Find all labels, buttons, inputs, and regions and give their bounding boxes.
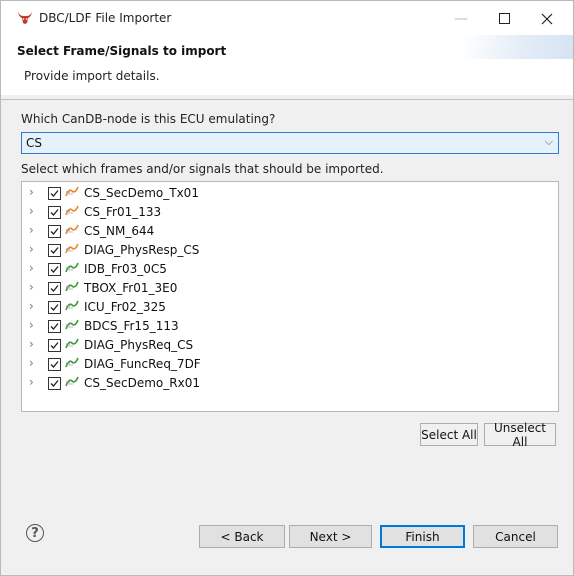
expand-arrow-icon[interactable]: › — [29, 204, 34, 218]
tree-item[interactable]: › ICU_Fr02_325 — [22, 298, 558, 317]
title-bar: DBC/LDF File Importer — — [1, 1, 573, 35]
back-button[interactable]: < Back — [199, 525, 285, 548]
item-checkbox[interactable] — [48, 187, 61, 200]
tree-item-label: CS_NM_644 — [84, 224, 155, 238]
item-checkbox[interactable] — [48, 320, 61, 333]
item-checkbox[interactable] — [48, 358, 61, 371]
tree-item[interactable]: › DIAG_FuncReq_7DF — [22, 355, 558, 374]
item-checkbox[interactable] — [48, 263, 61, 276]
expand-arrow-icon[interactable]: › — [29, 261, 34, 275]
rx-frame-icon — [65, 281, 79, 293]
expand-arrow-icon[interactable]: › — [29, 318, 34, 332]
help-icon[interactable]: ? — [26, 524, 44, 542]
importer-dialog: DBC/LDF File Importer — Select Frame/Sig… — [0, 0, 574, 576]
rx-frame-icon — [65, 262, 79, 274]
node-question-label: Which CanDB-node is this ECU emulating? — [21, 112, 276, 126]
close-button[interactable] — [525, 7, 569, 31]
tx-frame-icon — [65, 224, 79, 236]
tree-item-label: CS_Fr01_133 — [84, 205, 162, 219]
expand-arrow-icon[interactable]: › — [29, 185, 34, 199]
expand-arrow-icon[interactable]: › — [29, 375, 34, 389]
tree-item-label: ICU_Fr02_325 — [84, 300, 166, 314]
candb-node-value: CS — [26, 136, 42, 150]
tree-item[interactable]: › CS_SecDemo_Rx01 — [22, 374, 558, 393]
minimize-button[interactable]: — — [439, 7, 483, 31]
tree-item[interactable]: › BDCS_Fr15_113 — [22, 317, 558, 336]
page-title: Select Frame/Signals to import — [17, 44, 227, 58]
item-checkbox[interactable] — [48, 377, 61, 390]
tree-item[interactable]: › CS_NM_644 — [22, 222, 558, 241]
next-button[interactable]: Next > — [289, 525, 372, 548]
item-checkbox[interactable] — [48, 244, 61, 257]
tree-item-label: DIAG_FuncReq_7DF — [84, 357, 201, 371]
chevron-down-icon: ⌵ — [544, 135, 553, 148]
tree-item-label: CS_SecDemo_Tx01 — [84, 186, 199, 200]
item-checkbox[interactable] — [48, 282, 61, 295]
banner-decoration — [463, 35, 573, 59]
tx-frame-icon — [65, 243, 79, 255]
maximize-button[interactable] — [483, 7, 527, 31]
tree-item[interactable]: › DIAG_PhysReq_CS — [22, 336, 558, 355]
maximize-icon — [499, 13, 510, 24]
expand-arrow-icon[interactable]: › — [29, 337, 34, 351]
rx-frame-icon — [65, 300, 79, 312]
bull-logo-icon — [17, 11, 33, 25]
unselect-all-button[interactable]: Unselect All — [484, 421, 556, 449]
tree-item-label: BDCS_Fr15_113 — [84, 319, 179, 333]
expand-arrow-icon[interactable]: › — [29, 280, 34, 294]
expand-arrow-icon[interactable]: › — [29, 299, 34, 313]
page-description: Provide import details. — [24, 69, 160, 83]
tree-item-label: IDB_Fr03_0C5 — [84, 262, 167, 276]
rx-frame-icon — [65, 319, 79, 331]
item-checkbox[interactable] — [48, 339, 61, 352]
expand-arrow-icon[interactable]: › — [29, 223, 34, 237]
tree-item-label: DIAG_PhysResp_CS — [84, 243, 200, 257]
rx-frame-icon — [65, 376, 79, 388]
tree-item-label: TBOX_Fr01_3E0 — [84, 281, 178, 295]
expand-arrow-icon[interactable]: › — [29, 242, 34, 256]
tree-item[interactable]: › IDB_Fr03_0C5 — [22, 260, 558, 279]
finish-button[interactable]: Finish — [380, 525, 465, 548]
select-all-button[interactable]: Select All — [420, 423, 478, 446]
window-title: DBC/LDF File Importer — [39, 11, 172, 25]
candb-node-select[interactable]: CS ⌵ — [21, 132, 559, 154]
cancel-button[interactable]: Cancel — [473, 525, 558, 548]
item-checkbox[interactable] — [48, 206, 61, 219]
tx-frame-icon — [65, 205, 79, 217]
tree-item[interactable]: › CS_SecDemo_Tx01 — [22, 184, 558, 203]
expand-arrow-icon[interactable]: › — [29, 356, 34, 370]
tx-frame-icon — [65, 186, 79, 198]
item-checkbox[interactable] — [48, 225, 61, 238]
rx-frame-icon — [65, 357, 79, 369]
banner-divider — [1, 99, 573, 100]
tree-item[interactable]: › CS_Fr01_133 — [22, 203, 558, 222]
item-checkbox[interactable] — [48, 301, 61, 314]
close-icon — [541, 13, 553, 25]
tree-item[interactable]: › DIAG_PhysResp_CS — [22, 241, 558, 260]
frames-tree[interactable]: › CS_SecDemo_Tx01 › CS_Fr01_133 › CS_NM_644 › D… — [21, 181, 559, 412]
tree-item[interactable]: › TBOX_Fr01_3E0 — [22, 279, 558, 298]
tree-item-label: CS_SecDemo_Rx01 — [84, 376, 200, 390]
frames-label: Select which frames and/or signals that … — [21, 162, 384, 176]
rx-frame-icon — [65, 338, 79, 350]
wizard-banner: Select Frame/Signals to import Provide i… — [1, 35, 573, 95]
tree-item-label: DIAG_PhysReq_CS — [84, 338, 194, 352]
